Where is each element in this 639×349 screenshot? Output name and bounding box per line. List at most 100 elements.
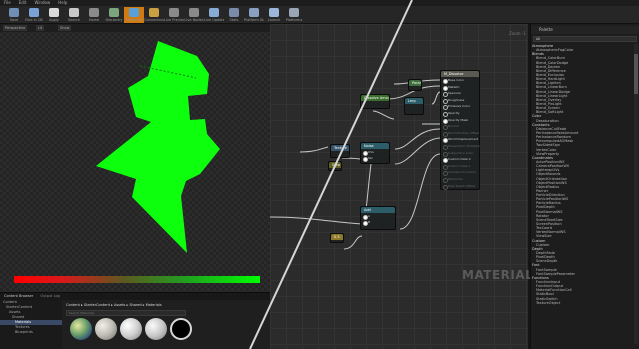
result-pin[interactable]: World Displacement (441, 136, 479, 143)
toolbar-button-label: Platform Stats (244, 18, 264, 22)
texture-node[interactable]: Texture (330, 144, 350, 158)
viewport-perspective-button[interactable]: Perspective (3, 25, 28, 31)
result-pin[interactable]: Refraction (441, 176, 479, 183)
result-pin[interactable]: Roughness (441, 97, 479, 104)
toolbar-button-platform-stats[interactable]: Platform Stats (244, 7, 264, 23)
toolbar: Save Find in CB Apply Search Home Hierarchy Cl… (0, 6, 639, 24)
asset-search-input[interactable]: Search Materials (66, 310, 186, 316)
breadcrumb-shared[interactable]: Shared (129, 303, 141, 307)
result-pin[interactable]: Specular (441, 90, 479, 97)
toolbar-button-apply[interactable]: Apply (44, 7, 64, 23)
toolbar-button-save[interactable]: Save (4, 7, 24, 23)
breadcrumb: Content ▸ StarterContent ▸ Assets ▸ Shar… (66, 303, 162, 307)
palette-scrollbar[interactable] (634, 44, 638, 344)
asset-thumbnail[interactable] (170, 318, 192, 340)
toolbar-button-search[interactable]: Search (64, 7, 84, 23)
toolbar-button-live-preview[interactable]: Live Preview (164, 7, 184, 23)
result-pin[interactable]: Pixel Depth Offset (441, 183, 479, 190)
lerp-node[interactable]: Lerp (404, 97, 424, 115)
toolbar-button-label: Find in CB (25, 18, 43, 22)
breadcrumb-assets[interactable]: Assets (114, 303, 125, 307)
toolbar-button-launch[interactable]: Launch (264, 7, 284, 23)
result-pin[interactable]: Subsurface Color (441, 150, 479, 157)
toolbar-icon (49, 8, 59, 17)
palette-category-select[interactable]: All (533, 36, 637, 42)
noise-pin-tex[interactable]: Tex (361, 155, 389, 162)
toolbar-button-live-update[interactable]: Live Update (204, 7, 224, 23)
toolbar-button-label: Platforms (285, 18, 303, 22)
asset-thumbnail[interactable] (70, 318, 92, 340)
result-pin[interactable]: Opacity Mask (441, 117, 479, 124)
toolbar-button-connectors[interactable]: Connectors (144, 7, 164, 23)
toolbar-button-live-nodes[interactable]: Live Nodes (184, 7, 204, 23)
color-gradient-bar (14, 276, 260, 283)
toolbar-button-label: Search (67, 18, 81, 22)
toolbar-icon (249, 8, 259, 17)
toolbar-icon (189, 8, 199, 17)
toolbar-button-label: Live Preview (164, 18, 184, 22)
toolbar-button-hierarchy[interactable]: Hierarchy (104, 7, 124, 23)
toolbar-button-clean-up[interactable]: Clean Up (124, 7, 144, 23)
toolbar-button-label: Connectors (144, 18, 164, 22)
toolbar-icon (149, 8, 159, 17)
viewport-show-button[interactable]: Show (58, 25, 72, 31)
result-pin[interactable]: Normal (441, 123, 479, 130)
param-node[interactable]: Param (408, 79, 422, 91)
toolbar-button-home[interactable]: Home (84, 7, 104, 23)
result-pin[interactable]: Metallic (441, 84, 479, 91)
add-pin-b[interactable]: B (361, 219, 395, 226)
add-node[interactable]: Add A B (360, 206, 396, 230)
viewport-lit-button[interactable]: Lit (36, 25, 45, 31)
breadcrumb-starter[interactable]: StarterContent (84, 303, 110, 307)
toolbar-button-label: Live Nodes (184, 18, 204, 22)
toolbar-button-label: Clean Up (126, 18, 142, 22)
menu-help[interactable]: Help (58, 0, 67, 5)
toolbar-icon (169, 8, 179, 17)
dissolve-param-title: Dissolve Amount (361, 95, 389, 101)
result-pin[interactable]: Emissive Color (441, 103, 479, 110)
toolbar-button-label: Live Update (204, 18, 224, 22)
result-pin[interactable]: World Position Offset (441, 130, 479, 137)
toolbar-icon (269, 8, 279, 17)
menu-edit[interactable]: Edit (19, 0, 27, 5)
result-pin[interactable]: Ambient Occlusion (441, 169, 479, 176)
toolbar-icon (109, 8, 119, 17)
param-node-title: Param (409, 80, 421, 86)
breadcrumb-materials[interactable]: Materials (146, 303, 162, 307)
toolbar-icon (69, 8, 79, 17)
material-result-node[interactable]: M_Dissolve Base Color Metallic Specular Rou… (440, 70, 480, 190)
result-pin[interactable]: Custom Data 0 (441, 156, 479, 163)
result-pin[interactable]: Tessellation Multiplier (441, 143, 480, 150)
toolbar-button-label: Home (88, 18, 100, 22)
menu-window[interactable]: Window (34, 0, 50, 5)
breadcrumb-content[interactable]: Content (66, 303, 80, 307)
menu-file[interactable]: File (4, 0, 11, 5)
folder-tree-item[interactable]: Blueprints (0, 330, 62, 335)
lerp-node-title: Lerp (405, 98, 423, 104)
toolbar-button-find-in-cb[interactable]: Find in CB (24, 7, 44, 23)
dissolve-param-node[interactable]: Dissolve Amount (360, 94, 390, 109)
noise-node[interactable]: Noise UVs Tex (360, 142, 390, 164)
toolbar-button-label: Stats (229, 18, 239, 22)
tab-content-browser[interactable]: Content Browser (4, 294, 33, 298)
palette-title: Palette (531, 26, 639, 34)
toolbar-button-stats[interactable]: Stats (224, 7, 244, 23)
step-node[interactable]: Step (328, 161, 342, 171)
tab-output-log[interactable]: Output Log (40, 294, 60, 298)
asset-thumbnail[interactable] (120, 318, 142, 340)
toolbar-button-platforms[interactable]: Platforms (284, 7, 304, 23)
constant-node[interactable]: 0.5 (330, 233, 344, 243)
result-pin[interactable]: Opacity (441, 110, 479, 117)
toolbar-button-label: Apply (49, 18, 59, 22)
result-pin[interactable]: Base Color (441, 77, 479, 84)
asset-thumbnail[interactable] (145, 318, 167, 340)
material-preview-viewport[interactable] (0, 24, 270, 292)
asset-thumbnail[interactable] (95, 318, 117, 340)
step-node-title: Step (329, 162, 341, 168)
viewport-toolbar: Perspective Lit Show (0, 24, 270, 32)
palette-item[interactable]: TextureObject (531, 301, 634, 305)
result-pin[interactable]: Custom Data 1 (441, 163, 479, 170)
toolbar-icon (9, 8, 19, 17)
constant-node-title: 0.5 (331, 234, 343, 240)
texture-node-title: Texture (331, 145, 349, 151)
